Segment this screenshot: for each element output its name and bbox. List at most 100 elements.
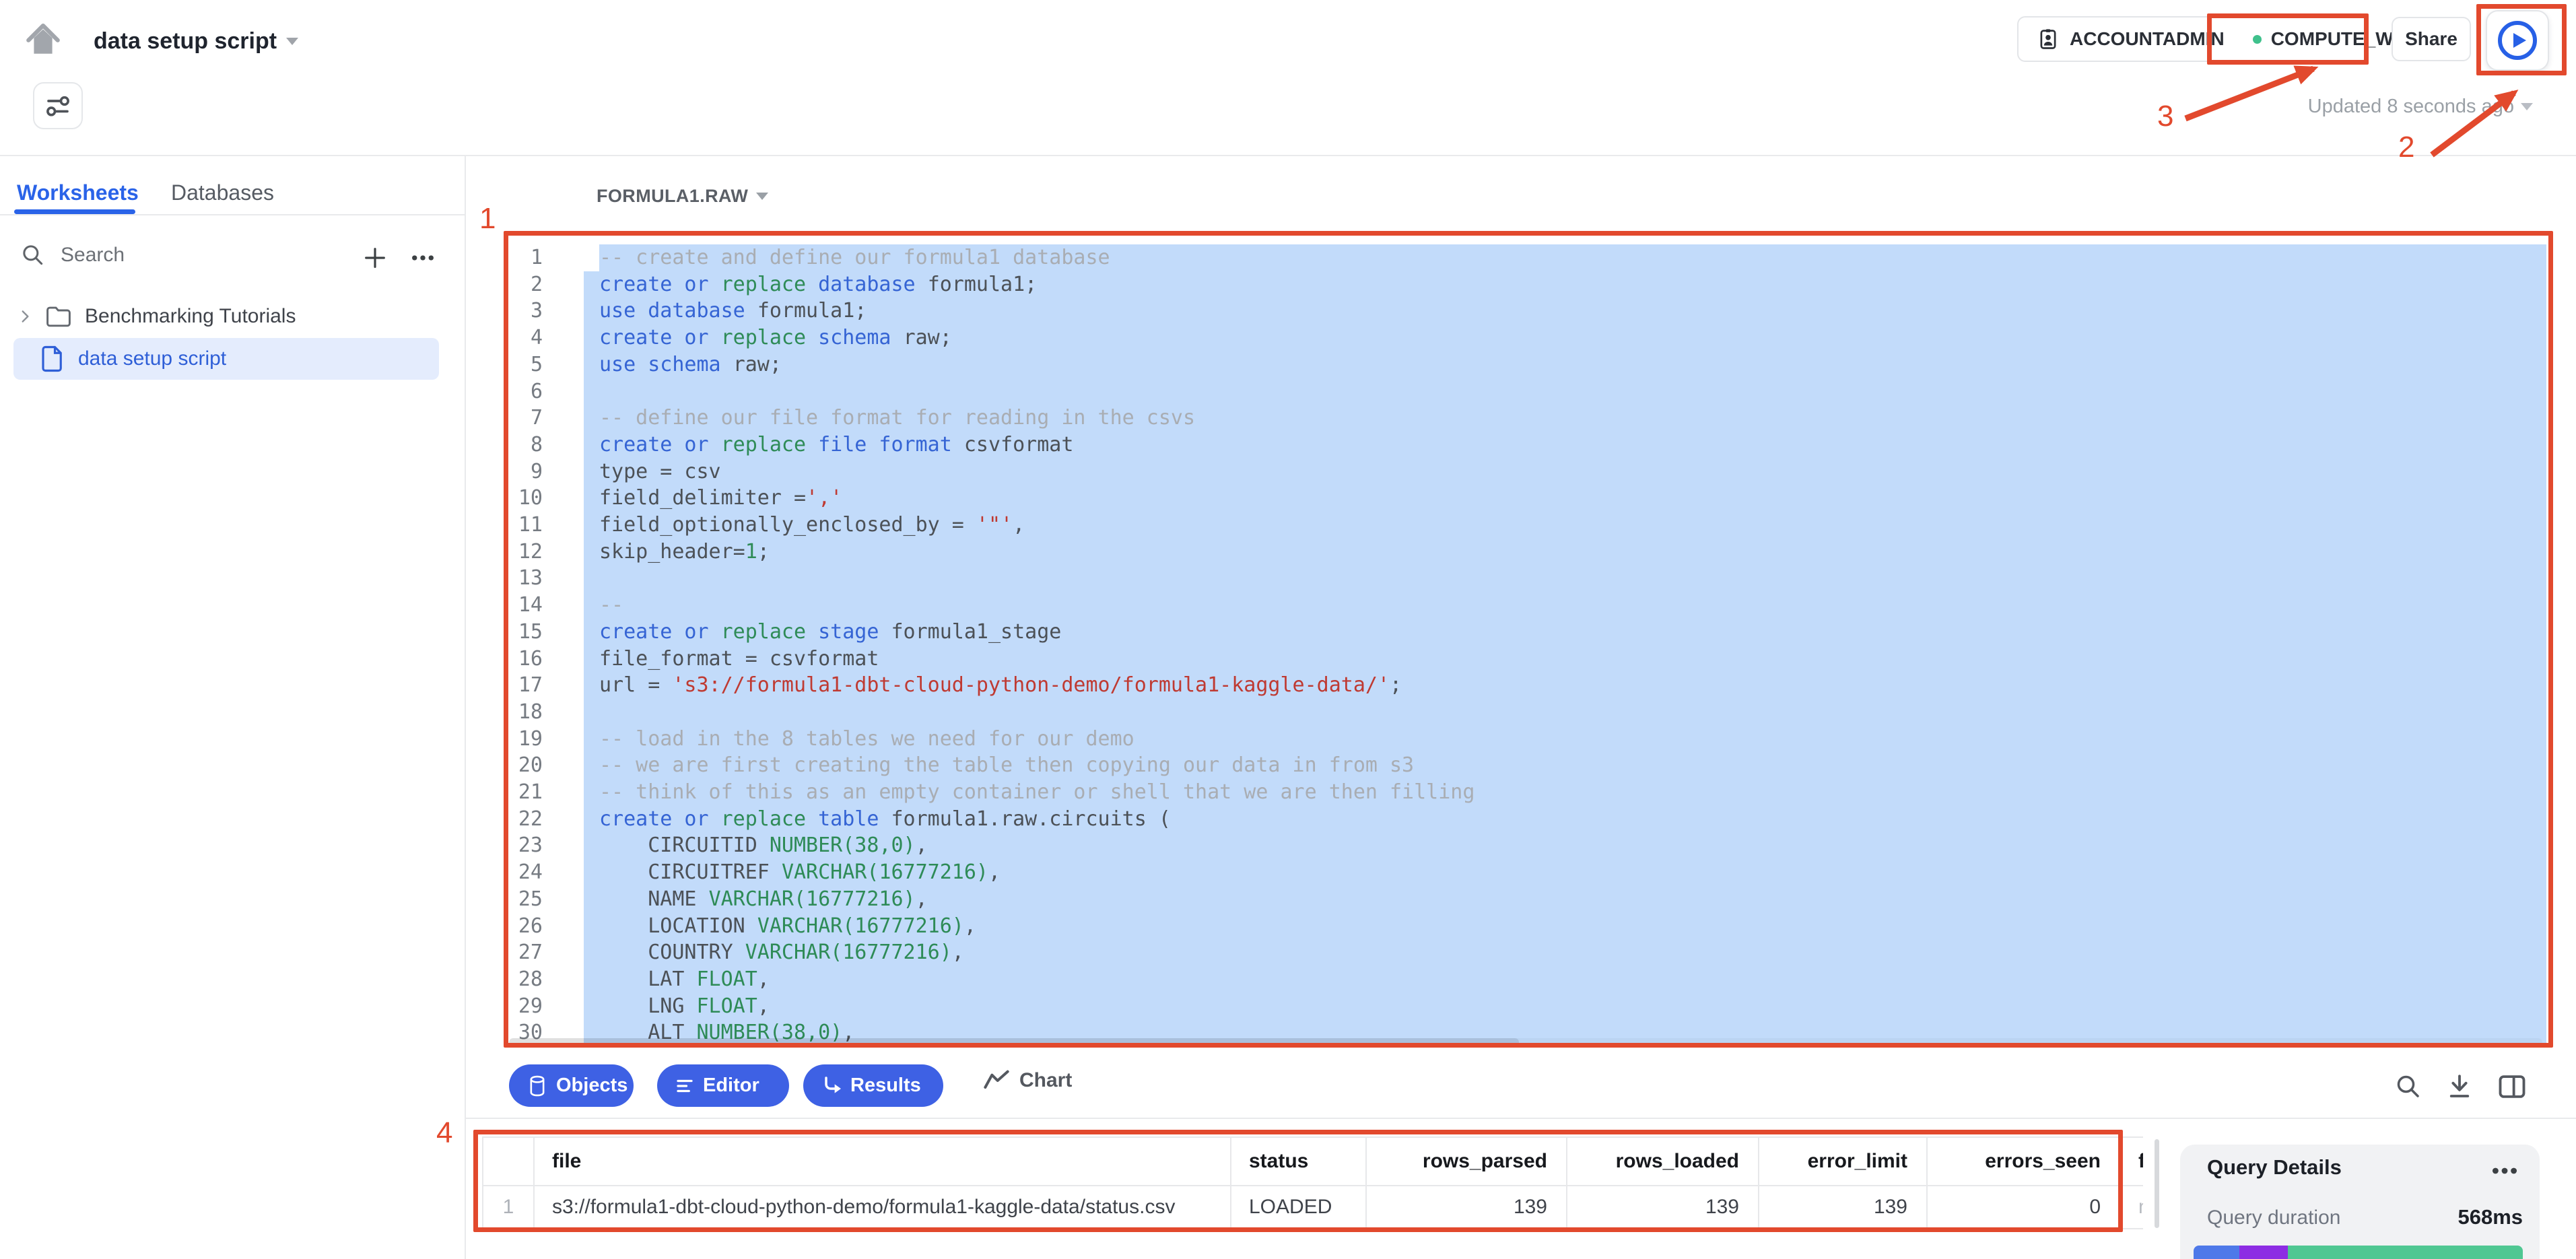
editor-toggle-button[interactable]: Editor	[657, 1064, 789, 1107]
line-number: 6	[492, 378, 543, 405]
worksheet-title-menu[interactable]: data setup script	[94, 28, 298, 55]
table-cell[interactable]: n	[2121, 1186, 2143, 1229]
line-number: 17	[492, 672, 543, 699]
editor-context-selector[interactable]: FORMULA1.RAW	[597, 186, 768, 207]
code-line: create or replace database formula1;	[584, 271, 2546, 298]
code-line: COUNTRY VARCHAR(16777216),	[584, 939, 2546, 966]
code-line: create or replace file format csvformat	[584, 432, 2546, 458]
column-header[interactable]: rows_loaded	[1567, 1138, 1759, 1186]
code-line	[584, 699, 2546, 726]
query-duration-bar	[2194, 1246, 2523, 1259]
line-number: 21	[492, 779, 543, 806]
line-number: 3	[492, 298, 543, 325]
table-cell[interactable]: 139	[1367, 1186, 1567, 1229]
line-number: 4	[492, 325, 543, 351]
share-button[interactable]: Share	[2392, 17, 2471, 61]
objects-toggle-button[interactable]: Objects	[509, 1064, 634, 1107]
download-icon	[2445, 1073, 2475, 1101]
query-details-menu-button[interactable]	[2487, 1159, 2522, 1182]
code-line: create or replace table formula1.raw.cir…	[584, 806, 2546, 833]
column-header[interactable]: rows_parsed	[1367, 1138, 1567, 1186]
code-line: url = 's3://formula1-dbt-cloud-python-de…	[584, 672, 2546, 699]
snowsight-app: { "header": { "title": "data setup scrip…	[0, 0, 2576, 1259]
code-line: -- load in the 8 tables we need for our …	[584, 726, 2546, 753]
code-line: skip_header=1;	[584, 539, 2546, 566]
role-selector[interactable]: ACCOUNTADMIN	[2036, 27, 2225, 51]
editor-hscrollbar-thumb[interactable]	[509, 1038, 1519, 1046]
line-number: 11	[492, 512, 543, 539]
results-vscrollbar[interactable]	[2155, 1139, 2159, 1228]
row-number-header	[483, 1138, 535, 1186]
sidebar-border	[465, 156, 466, 1259]
column-header[interactable]: status	[1231, 1138, 1367, 1186]
chart-line-icon	[983, 1070, 1010, 1091]
updated-ago-menu[interactable]: Updated 8 seconds ago	[2308, 96, 2533, 118]
table-cell[interactable]: 0	[1928, 1186, 2121, 1229]
table-cell[interactable]: LOADED	[1231, 1186, 1367, 1229]
duration-bar-segment	[2239, 1246, 2288, 1259]
annotation-label-3: 3	[2157, 100, 2173, 133]
search-results-button[interactable]	[2394, 1072, 2424, 1101]
code-line: create or replace stage formula1_stage	[584, 619, 2546, 646]
user-badge-icon	[2036, 27, 2060, 51]
line-number: 20	[492, 752, 543, 779]
search-input[interactable]	[61, 244, 283, 267]
code-line: LOCATION VARCHAR(16777216),	[584, 913, 2546, 940]
code-line: -- create and define our formula1 databa…	[599, 244, 2546, 271]
home-button[interactable]	[23, 19, 63, 59]
editor-lines-icon	[675, 1076, 695, 1096]
line-number: 5	[492, 351, 543, 378]
line-number: 27	[492, 939, 543, 966]
line-number: 2	[492, 271, 543, 298]
code-line: file_format = csvformat	[584, 646, 2546, 673]
table-cell[interactable]: s3://formula1-dbt-cloud-python-demo/form…	[535, 1186, 1231, 1229]
column-header[interactable]: errors_seen	[1928, 1138, 2121, 1186]
code-line: LAT FLOAT,	[584, 966, 2546, 993]
line-number: 15	[492, 619, 543, 646]
new-worksheet-button[interactable]	[360, 242, 391, 273]
sidebar-item-folder[interactable]: Benchmarking Tutorials	[7, 298, 444, 335]
search-icon	[2394, 1073, 2424, 1101]
chevron-down-icon	[286, 38, 298, 45]
results-toggle-button[interactable]: Results	[803, 1064, 943, 1107]
row-number-cell: 1	[483, 1186, 535, 1229]
code-line: CIRCUITREF VARCHAR(16777216),	[584, 859, 2546, 886]
sliders-icon	[42, 92, 73, 120]
sidebar-tabs-divider	[0, 214, 465, 215]
column-header[interactable]: error_limit	[1759, 1138, 1928, 1186]
chart-toggle-button[interactable]: Chart	[983, 1069, 1072, 1092]
line-number: 14	[492, 592, 543, 619]
results-divider	[466, 1118, 2576, 1119]
tab-worksheets[interactable]: Worksheets	[17, 180, 139, 205]
page-title: data setup script	[94, 28, 277, 55]
column-header[interactable]: file	[535, 1138, 1231, 1186]
sidebar-more-button[interactable]	[403, 242, 443, 273]
line-number: 13	[492, 565, 543, 592]
table-cell[interactable]: 139	[1567, 1186, 1759, 1229]
document-icon	[40, 345, 65, 373]
sidebar-item-worksheet-selected[interactable]: data setup script	[13, 338, 439, 380]
ellipsis-icon	[2487, 1159, 2522, 1182]
code-line: field_optionally_enclosed_by = '"',	[584, 512, 2546, 539]
code-line: CIRCUITID NUMBER(38,0),	[584, 832, 2546, 859]
line-number: 12	[492, 539, 543, 566]
warehouse-selector[interactable]: COMPUTE_WH	[2253, 28, 2407, 50]
return-arrow-icon	[821, 1076, 842, 1096]
results-table: filestatusrows_parsedrows_loadederror_li…	[482, 1136, 2143, 1229]
session-context-pill: ACCOUNTADMIN COMPUTE_WH	[2017, 16, 2369, 62]
chart-label: Chart	[1019, 1069, 1072, 1092]
tab-databases[interactable]: Databases	[171, 180, 274, 205]
table-cell[interactable]: 139	[1759, 1186, 1928, 1229]
columns-icon	[2497, 1073, 2526, 1101]
run-button[interactable]	[2486, 10, 2549, 71]
column-header[interactable]: fi	[2121, 1138, 2143, 1186]
database-icon	[527, 1075, 548, 1097]
download-results-button[interactable]	[2445, 1072, 2475, 1101]
worksheet-filters-button[interactable]	[33, 82, 83, 129]
updated-text: Updated 8 seconds ago	[2308, 96, 2514, 118]
line-number: 8	[492, 432, 543, 458]
code-line: field_delimiter =','	[584, 485, 2546, 512]
worksheet-search	[20, 242, 283, 268]
code-line: NAME VARCHAR(16777216),	[584, 886, 2546, 913]
split-view-button[interactable]	[2497, 1072, 2526, 1101]
